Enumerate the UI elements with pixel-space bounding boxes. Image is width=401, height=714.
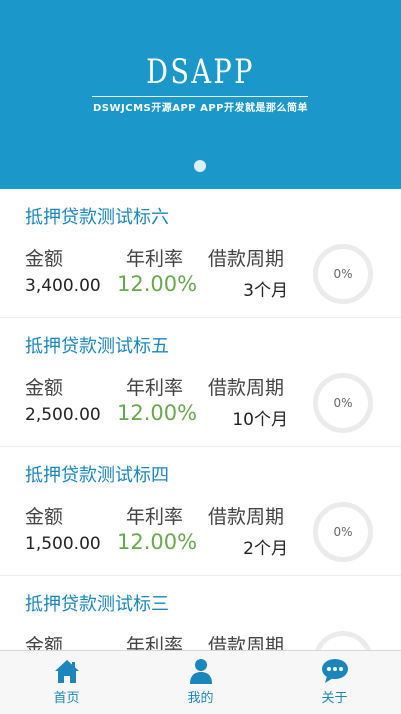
rate-value: 12.00% xyxy=(117,530,198,554)
rate-label: 年利率 xyxy=(126,248,184,270)
banner-title: DSAPP xyxy=(146,52,255,92)
loan-title[interactable]: 抵押贷款测试标五 xyxy=(25,332,169,358)
tab-about[interactable]: 关于 xyxy=(268,651,401,714)
rate-label: 年利率 xyxy=(126,506,184,528)
period-value: 3个月 xyxy=(243,281,288,301)
banner[interactable]: DSAPP DSWJCMS开源APP APP开发就是那么简单 xyxy=(0,0,401,189)
user-icon xyxy=(190,659,212,684)
tab-label: 关于 xyxy=(321,691,348,706)
loan-title[interactable]: 抵押贷款测试标三 xyxy=(25,590,169,616)
progress-text: 0% xyxy=(333,267,353,281)
progress-ring: 0% xyxy=(313,373,373,433)
period-value: 2个月 xyxy=(243,539,288,559)
tab-label: 我的 xyxy=(187,691,214,706)
home-icon xyxy=(55,660,79,683)
loan-title[interactable]: 抵押贷款测试标四 xyxy=(25,461,169,487)
period-value: 10个月 xyxy=(232,410,288,430)
amount-label: 金额 xyxy=(25,248,64,270)
loan-item[interactable]: 抵押贷款测试标六 金额 年利率 借款周期 3,400.00 12.00% 3个月… xyxy=(0,189,401,318)
bottom-tab-bar: 首页 我的 关于 xyxy=(0,650,401,714)
amount-value: 1,500.00 xyxy=(25,534,101,554)
period-label: 借款周期 xyxy=(208,377,285,399)
progress-ring: 0% xyxy=(313,244,373,304)
loan-item[interactable]: 抵押贷款测试标四 金额 年利率 借款周期 1,500.00 12.00% 2个月… xyxy=(0,447,401,576)
amount-value: 3,400.00 xyxy=(25,276,101,296)
progress-text: 0% xyxy=(333,525,353,539)
chat-icon xyxy=(322,659,348,683)
tab-home[interactable]: 首页 xyxy=(0,651,133,714)
rate-value: 12.00% xyxy=(117,401,198,425)
banner-divider xyxy=(92,96,308,97)
progress-ring: 0% xyxy=(313,502,373,562)
progress-text: 0% xyxy=(333,396,353,410)
loan-title[interactable]: 抵押贷款测试标六 xyxy=(25,203,169,229)
amount-value: 2,500.00 xyxy=(25,405,101,425)
tab-label: 首页 xyxy=(53,691,80,706)
carousel-indicator-dot[interactable] xyxy=(194,160,206,172)
amount-label: 金额 xyxy=(25,377,64,399)
amount-label: 金额 xyxy=(25,506,64,528)
tab-mine[interactable]: 我的 xyxy=(134,651,267,714)
rate-label: 年利率 xyxy=(126,377,184,399)
period-label: 借款周期 xyxy=(208,248,285,270)
banner-subtitle: DSWJCMS开源APP APP开发就是那么简单 xyxy=(92,103,309,114)
period-label: 借款周期 xyxy=(208,506,285,528)
loan-item[interactable]: 抵押贷款测试标五 金额 年利率 借款周期 2,500.00 12.00% 10个… xyxy=(0,318,401,447)
rate-value: 12.00% xyxy=(117,272,198,296)
